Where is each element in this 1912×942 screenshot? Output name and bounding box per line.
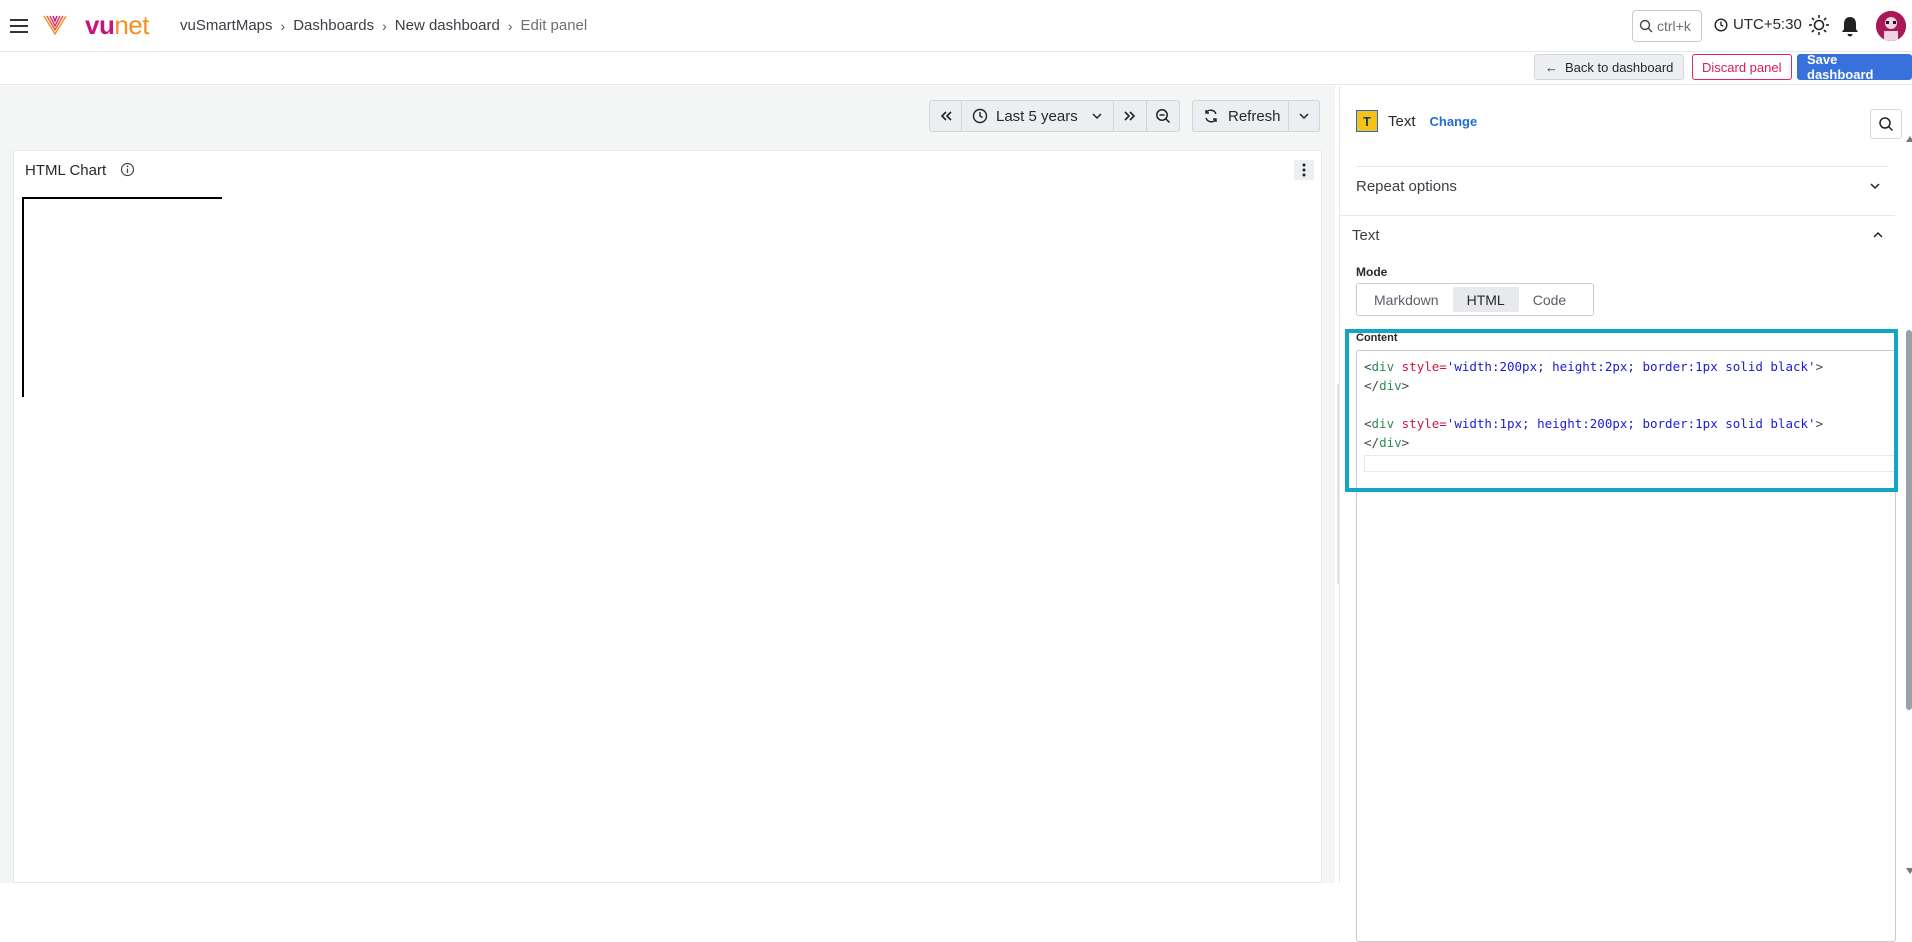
theme-toggle-sun-icon[interactable] [1808, 14, 1830, 41]
panel-title: HTML Chart [25, 162, 107, 179]
chevron-right-icon: › [280, 17, 286, 34]
chevron-right-icon: › [382, 17, 387, 34]
change-visualization-link[interactable]: Change [1430, 114, 1478, 129]
scroll-up-icon[interactable] [1906, 136, 1912, 142]
panel-preview-area: Last 5 years Refresh HTML Chart [0, 86, 1335, 883]
zoom-out-button[interactable] [1147, 100, 1180, 132]
breadcrumb-edit-panel: Edit panel [520, 17, 588, 34]
mode-label: Mode [1356, 265, 1388, 279]
menu-icon[interactable] [8, 14, 30, 36]
info-icon[interactable] [120, 162, 135, 182]
time-range-label: Last 5 years [996, 107, 1078, 125]
breadcrumb-vusmartmaps[interactable]: vuSmartMaps [180, 17, 273, 34]
divider [1340, 215, 1895, 216]
search-icon [1639, 19, 1653, 33]
chevron-down-icon[interactable] [1870, 182, 1880, 190]
divider [1356, 166, 1888, 167]
toolbar-divider [1683, 56, 1684, 78]
options-search-button[interactable] [1870, 109, 1902, 139]
clock-icon [972, 108, 988, 124]
save-dashboard-button[interactable]: Save dashboard [1797, 52, 1912, 82]
content-highlight-box [1345, 329, 1898, 492]
chevron-down-icon [1092, 113, 1102, 120]
chevron-down-icon [1299, 113, 1309, 120]
discard-panel-button[interactable]: Discard panel [1692, 54, 1792, 80]
notifications-bell-icon[interactable] [1840, 15, 1860, 42]
panel-menu-kebab-icon[interactable] [1294, 160, 1314, 180]
text-section-header[interactable]: Text [1352, 227, 1380, 244]
double-chevron-right-icon [1124, 111, 1136, 121]
html-chart-panel[interactable]: HTML Chart [13, 150, 1322, 883]
search-icon [1879, 117, 1894, 132]
time-range-picker[interactable]: Last 5 years [962, 100, 1114, 132]
refresh-group: Refresh [1192, 100, 1320, 132]
mode-code[interactable]: Code [1519, 287, 1580, 312]
refresh-button[interactable]: Refresh [1192, 100, 1289, 132]
time-shift-forward-button[interactable] [1114, 100, 1147, 132]
breadcrumb-new-dashboard[interactable]: New dashboard [395, 17, 500, 34]
rendered-horizontal-line [22, 197, 222, 199]
mode-html[interactable]: HTML [1452, 287, 1519, 312]
back-to-dashboard-button[interactable]: ← Back to dashboard [1534, 54, 1685, 80]
visualization-picker: T Text Change [1356, 110, 1477, 132]
visualization-name: Text [1388, 112, 1416, 130]
back-to-dashboard-label: Back to dashboard [1565, 59, 1674, 75]
rendered-vertical-line [22, 197, 24, 397]
timezone-label: UTC+5:30 [1733, 16, 1802, 33]
text-visualization-icon: T [1356, 110, 1378, 132]
vunet-logo-icon [43, 13, 67, 37]
mode-markdown[interactable]: Markdown [1360, 287, 1453, 312]
mode-radio-group: Markdown HTML Code [1356, 283, 1594, 316]
search-shortcut: ctrl+k [1657, 18, 1691, 34]
chevron-up-icon[interactable] [1873, 231, 1883, 239]
chevron-right-icon: › [507, 17, 513, 34]
time-shift-back-button[interactable] [929, 100, 962, 132]
refresh-label: Refresh [1228, 107, 1281, 125]
scrollbar-thumb[interactable] [1906, 330, 1912, 710]
vunet-logo-text: vunet [85, 10, 149, 40]
timezone-picker[interactable]: UTC+5:30 [1714, 16, 1802, 33]
double-chevron-left-icon [940, 111, 952, 121]
global-search-button[interactable]: ctrl+k [1632, 10, 1702, 42]
clock-icon [1714, 17, 1728, 32]
user-avatar[interactable] [1876, 11, 1906, 41]
refresh-interval-dropdown[interactable] [1289, 100, 1320, 132]
breadcrumb: vuSmartMaps › Dashboards › New dashboard… [180, 17, 587, 34]
breadcrumb-dashboards[interactable]: Dashboards [293, 17, 374, 34]
panel-action-bar: ← Back to dashboard Discard panel Save d… [0, 52, 1912, 85]
top-bar: vunet vuSmartMaps › Dashboards › New das… [0, 0, 1912, 52]
panel-options-pane: T Text Change Repeat options Text Mode M… [1339, 86, 1912, 942]
refresh-icon [1205, 109, 1217, 123]
arrow-left-icon: ← [1545, 59, 1558, 75]
options-scrollbar[interactable] [1906, 144, 1912, 873]
repeat-options-header[interactable]: Repeat options [1356, 178, 1457, 195]
time-picker-group: Last 5 years [929, 100, 1180, 132]
scroll-down-icon[interactable] [1906, 868, 1912, 874]
zoom-out-icon [1156, 109, 1171, 124]
